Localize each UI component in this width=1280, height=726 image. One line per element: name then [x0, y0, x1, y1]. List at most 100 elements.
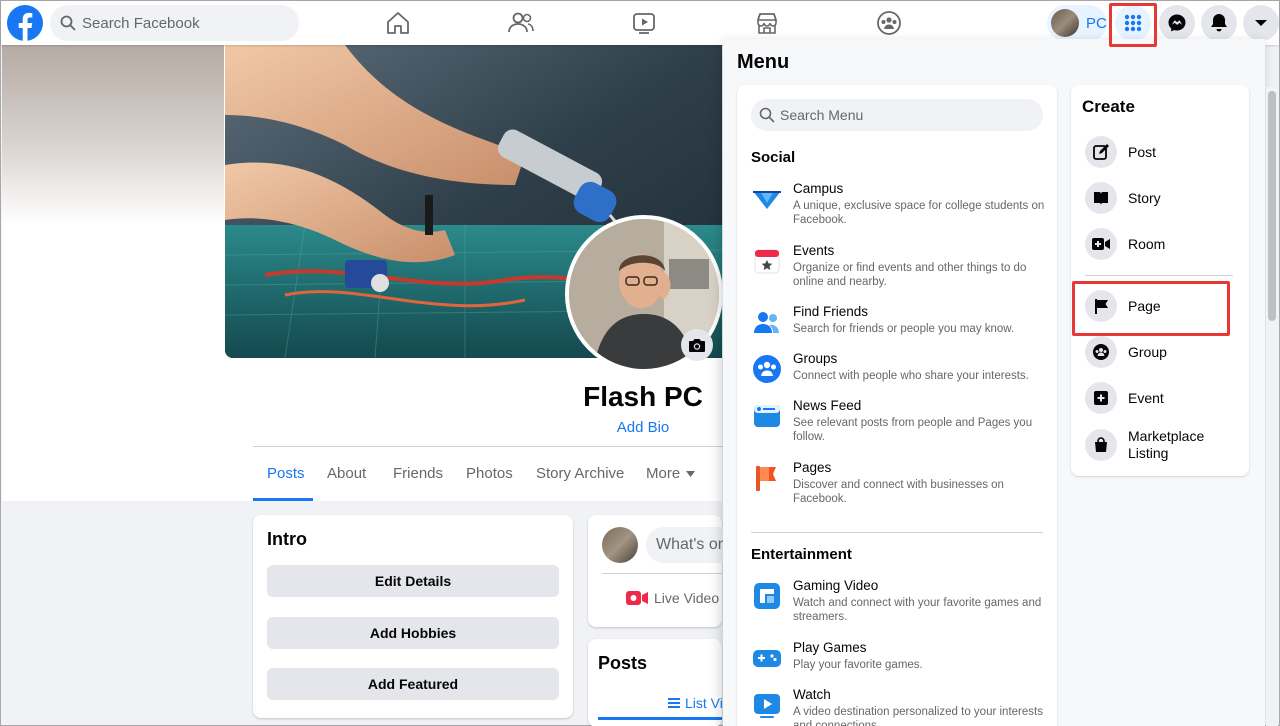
pages-icon	[751, 462, 783, 494]
menu-item-campus[interactable]: Campus A unique, exclusive space for coll…	[751, 181, 1051, 227]
watch-nav-icon[interactable]	[629, 8, 659, 38]
create-room-item[interactable]: Room	[1085, 228, 1245, 260]
create-post-item[interactable]: Post	[1085, 136, 1245, 168]
menu-item-groups[interactable]: Groups Connect with people who share your…	[751, 351, 1051, 385]
menu-item-desc: Search for friends or people you may kno…	[793, 323, 1015, 335]
menu-grid-icon	[1123, 13, 1143, 33]
section-title-entertainment: Entertainment	[751, 546, 852, 563]
create-event-item[interactable]: Event	[1085, 382, 1245, 414]
menu-item-play-games[interactable]: Play Games Play your favorite games.	[751, 640, 1051, 674]
intro-card: Intro Edit Details Add Hobbies Add Featu…	[253, 515, 573, 718]
active-tab-indicator	[253, 498, 313, 501]
tab-more-label: More	[646, 465, 681, 482]
intro-title: Intro	[267, 529, 307, 549]
cover-edge-fade	[2, 45, 224, 225]
menu-item-gaming-video[interactable]: Gaming Video Watch and connect with your …	[751, 578, 1051, 624]
create-title: Create	[1082, 97, 1135, 116]
create-story-item[interactable]: Story	[1085, 182, 1245, 214]
create-item-label: Page	[1128, 297, 1161, 314]
search-placeholder: Search Facebook	[82, 14, 200, 32]
account-button[interactable]	[1243, 5, 1279, 41]
menu-item-title: Play Games	[793, 640, 867, 655]
menu-item-events[interactable]: Events Organize or find events and other …	[751, 243, 1051, 289]
menu-scrollbar[interactable]	[1266, 87, 1278, 726]
menu-item-title: Groups	[793, 351, 838, 366]
posts-title: Posts	[598, 653, 648, 673]
menu-button[interactable]	[1115, 5, 1151, 41]
edit-details-button[interactable]: Edit Details	[267, 565, 559, 597]
events-icon	[751, 245, 783, 277]
tab-more[interactable]: More	[646, 465, 696, 482]
tab-friends[interactable]: Friends	[393, 465, 443, 482]
menu-item-pages[interactable]: Pages Discover and connect with businesse…	[751, 460, 1051, 506]
menu-item-title: Pages	[793, 460, 832, 475]
profile-chip-label: PC	[1086, 14, 1107, 32]
whats-on-your-mind-input[interactable]: What's on	[646, 527, 726, 563]
search-icon	[759, 107, 780, 123]
messenger-button[interactable]	[1159, 5, 1195, 41]
tab-posts[interactable]: Posts	[267, 465, 305, 482]
menu-item-news-feed[interactable]: News Feed See relevant posts from people …	[751, 398, 1051, 444]
live-video-label: Live Video	[654, 590, 720, 606]
groups-nav-icon[interactable]	[874, 8, 904, 38]
shopping-bag-icon	[1085, 429, 1117, 461]
avatar	[1051, 9, 1079, 37]
book-icon	[1085, 182, 1117, 214]
live-video-icon	[626, 590, 648, 606]
menu-title: Menu	[737, 51, 790, 73]
facebook-logo-icon[interactable]	[7, 5, 43, 41]
news-feed-icon	[751, 400, 783, 432]
marketplace-icon[interactable]	[752, 8, 782, 38]
menu-search-input[interactable]: Search Menu	[751, 99, 1043, 131]
profile-chip[interactable]: PC	[1047, 5, 1107, 41]
find-friends-icon	[751, 306, 783, 338]
create-item-label: Post	[1128, 143, 1157, 160]
add-bio-link[interactable]: Add Bio	[561, 419, 725, 436]
menu-item-desc: Watch and connect with your favorite gam…	[793, 597, 1042, 623]
menu-item-desc: Connect with people who share your inter…	[793, 370, 1029, 382]
menu-item-desc: Play your favorite games.	[793, 659, 923, 671]
tab-about[interactable]: About	[327, 465, 366, 482]
create-item-label: Room	[1128, 235, 1166, 252]
calendar-plus-icon	[1085, 382, 1117, 414]
camera-icon	[688, 337, 706, 353]
list-view-tab[interactable]: List Vi	[668, 695, 722, 711]
section-divider	[751, 532, 1043, 533]
watch-icon	[751, 689, 783, 721]
post-composer: What's on Live Video	[588, 515, 726, 627]
menu-item-watch[interactable]: Watch A video destination personalized to…	[751, 687, 1051, 726]
scrollbar-thumb[interactable]	[1268, 91, 1276, 321]
tab-photos[interactable]: Photos	[466, 465, 513, 482]
menu-item-find-friends[interactable]: Find Friends Search for friends or people…	[751, 304, 1051, 338]
create-divider	[1085, 275, 1233, 276]
tab-story-archive[interactable]: Story Archive	[536, 465, 624, 482]
menu-item-desc: A unique, exclusive space for college st…	[793, 200, 1045, 226]
search-input[interactable]: Search Facebook	[50, 5, 299, 41]
add-hobbies-button[interactable]: Add Hobbies	[267, 617, 559, 649]
menu-item-desc: See relevant posts from people and Pages…	[793, 417, 1033, 443]
menu-left-column: Search Menu Social Campus A unique, exclu…	[737, 85, 1057, 726]
create-page-item[interactable]: Page	[1085, 290, 1245, 322]
menu-item-desc: Organize or find events and other things…	[793, 262, 1027, 288]
menu-item-desc: A video destination personalized to your…	[793, 706, 1043, 726]
composer-divider	[602, 573, 722, 574]
home-icon[interactable]	[383, 8, 413, 38]
caret-down-icon	[1254, 18, 1268, 28]
menu-panel: Menu Search Menu Social Campus A unique, …	[723, 39, 1265, 726]
friends-icon[interactable]	[506, 8, 536, 38]
video-plus-icon	[1085, 228, 1117, 260]
add-featured-button[interactable]: Add Featured	[267, 668, 559, 700]
create-group-item[interactable]: Group	[1085, 336, 1245, 368]
gaming-video-icon	[751, 580, 783, 612]
notifications-button[interactable]	[1201, 5, 1237, 41]
groups-icon	[751, 353, 783, 385]
live-video-button[interactable]: Live Video	[626, 590, 719, 606]
create-item-label: Marketplace Listing	[1128, 428, 1205, 461]
menu-item-title: Campus	[793, 181, 844, 196]
posts-card: Posts List Vi	[588, 639, 722, 726]
menu-item-desc: Discover and connect with businesses on …	[793, 479, 1004, 505]
create-marketplace-listing-item[interactable]: Marketplace Listing	[1085, 428, 1245, 462]
list-icon	[668, 698, 680, 708]
section-title-social: Social	[751, 149, 796, 166]
update-photo-button[interactable]	[681, 329, 713, 361]
